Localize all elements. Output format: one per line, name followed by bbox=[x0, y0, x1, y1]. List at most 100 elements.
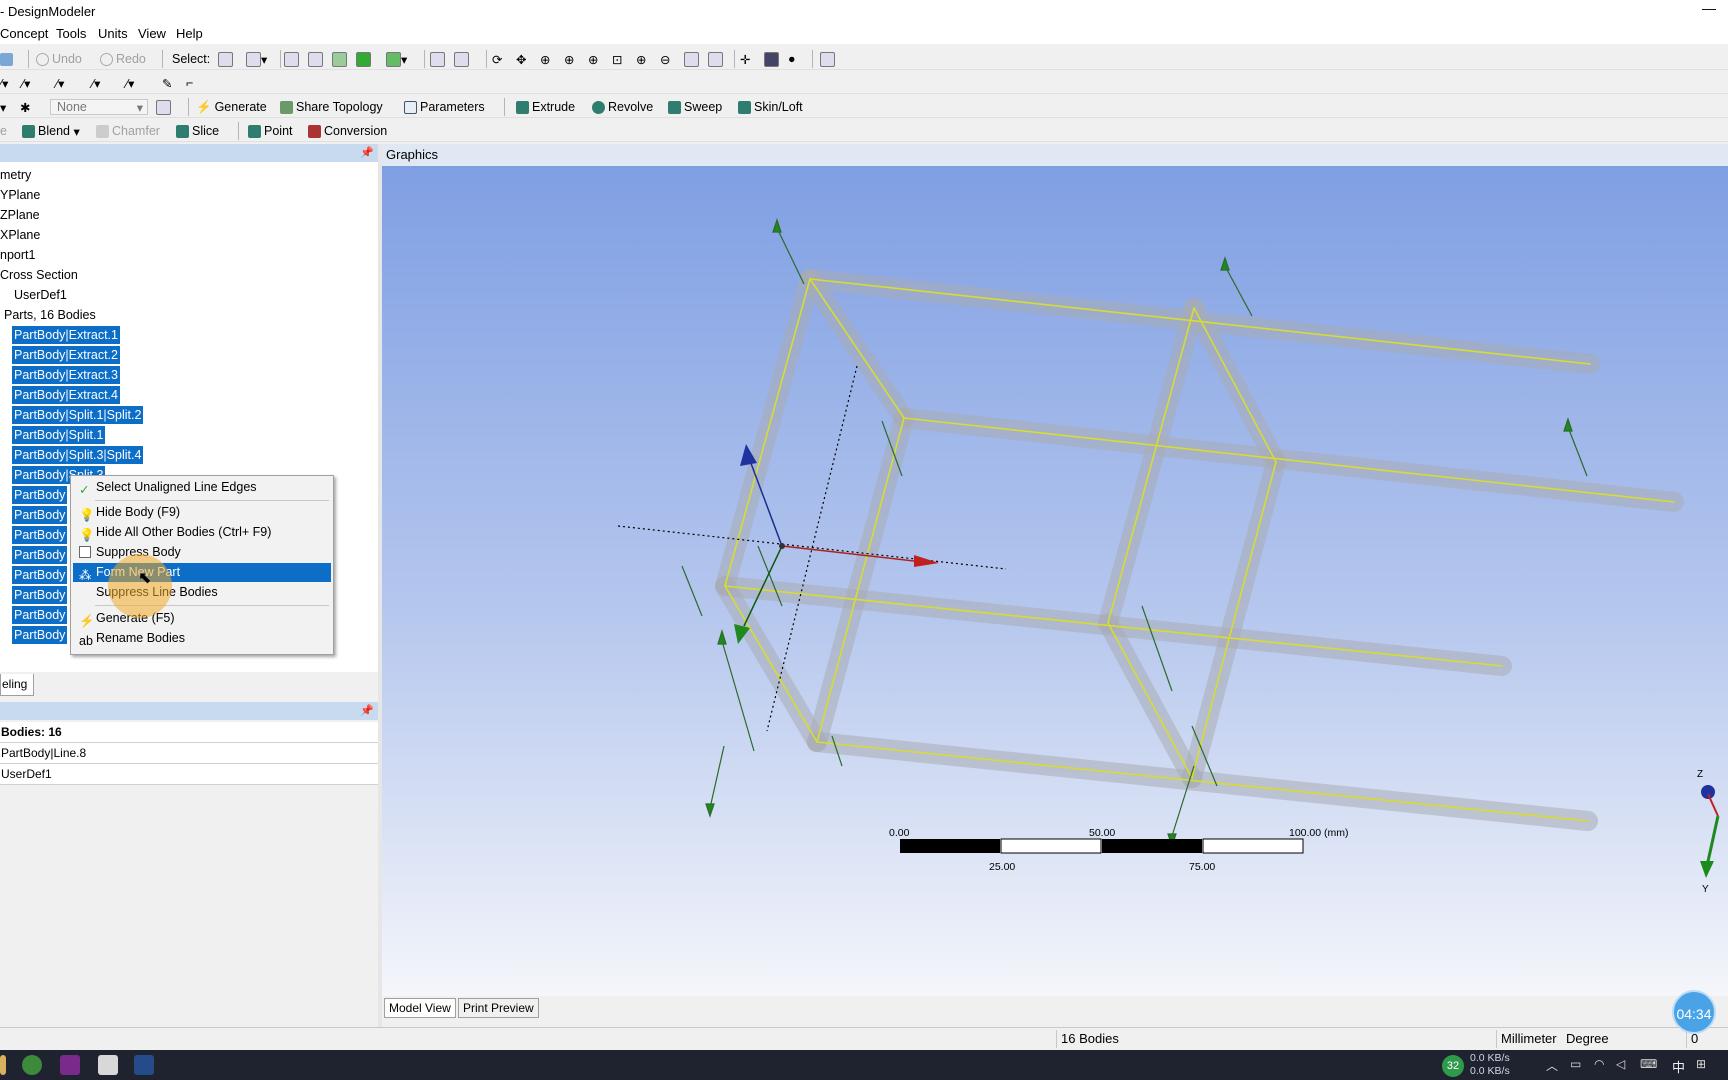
select-vertex-icon[interactable] bbox=[284, 51, 299, 67]
sketch-dropdown-icon[interactable]: ⁄▾ bbox=[0, 75, 8, 91]
spline-tool-icon[interactable]: ⁄▾ bbox=[126, 75, 134, 91]
tree-item-geometry[interactable]: metry bbox=[0, 166, 31, 184]
menu-concept[interactable]: Concept bbox=[0, 26, 48, 41]
camera-icon[interactable] bbox=[0, 51, 16, 67]
sweep-button[interactable]: Sweep bbox=[668, 99, 722, 115]
zoom-out-icon[interactable]: ⊖ bbox=[660, 51, 670, 67]
arc-tool-icon[interactable]: ⁄▾ bbox=[92, 75, 100, 91]
zoom-fit-icon[interactable]: ⊕ bbox=[588, 51, 598, 67]
zoom-to-fit-icon[interactable]: ⊡ bbox=[612, 51, 622, 67]
tree-item-xplane[interactable]: XPlane bbox=[0, 226, 40, 244]
document-icon[interactable] bbox=[98, 1055, 118, 1075]
dimension-tool-icon[interactable]: ⌐ bbox=[186, 75, 193, 91]
menu-units[interactable]: Units bbox=[98, 26, 128, 41]
wifi-icon[interactable]: ◠ bbox=[1594, 1057, 1604, 1071]
line-tool-icon[interactable]: ⁄▾ bbox=[22, 75, 30, 91]
tree-item-body[interactable]: PartBody bbox=[12, 586, 68, 604]
extrude-button[interactable]: Extrude bbox=[516, 99, 575, 115]
menu-item-suppress-body[interactable]: Suppress Body bbox=[73, 543, 331, 562]
tree-item-body[interactable]: PartBody|Split.1 bbox=[12, 426, 106, 444]
new-plane-icon[interactable]: ✱ bbox=[20, 99, 30, 115]
share-topology-button[interactable]: Share Topology bbox=[280, 99, 383, 115]
pin-icon[interactable]: 📌 bbox=[360, 704, 374, 717]
tree-item-import[interactable]: nport1 bbox=[0, 246, 35, 264]
keyboard-icon[interactable]: ⌨ bbox=[1640, 1057, 1657, 1071]
select-body-icon[interactable] bbox=[356, 51, 371, 67]
tree-item-body[interactable]: PartBody|Extract.4 bbox=[12, 386, 120, 404]
select-face-icon[interactable] bbox=[332, 51, 347, 67]
point-button[interactable]: Point bbox=[248, 123, 293, 139]
tree-item-body[interactable]: PartBody bbox=[12, 546, 68, 564]
ime-indicator[interactable]: 中 bbox=[1672, 1057, 1685, 1076]
menu-help[interactable]: Help bbox=[176, 26, 203, 41]
tree-item-body[interactable]: PartBody bbox=[12, 526, 68, 544]
menu-item-generate[interactable]: ⚡ Generate (F5) bbox=[73, 609, 331, 628]
tree-item-body[interactable]: PartBody|Split.3|Split.4 bbox=[12, 446, 144, 464]
display-point-icon[interactable]: ● bbox=[788, 51, 796, 67]
triad-toggle-icon[interactable]: ✛ bbox=[740, 51, 750, 67]
pin-icon[interactable]: 📌 bbox=[360, 146, 374, 159]
tree-item-cross-section[interactable]: Cross Section bbox=[0, 266, 78, 284]
generate-button[interactable]: ⚡ Generate bbox=[196, 99, 267, 115]
tray-display-icon[interactable]: ▭ bbox=[1570, 1057, 1581, 1071]
polyline-tool-icon[interactable]: ⁄▾ bbox=[56, 75, 64, 91]
tree-item-body[interactable]: PartBody bbox=[12, 506, 68, 524]
extend-selection-icon[interactable]: ▾ bbox=[386, 51, 407, 67]
tree-item-body[interactable]: PartBody bbox=[12, 566, 68, 584]
undo-button[interactable]: Undo bbox=[36, 51, 82, 67]
chrome-icon[interactable] bbox=[22, 1055, 42, 1075]
select-edge-icon[interactable] bbox=[308, 51, 323, 67]
details-row[interactable]: PartBody|Line.8 bbox=[0, 743, 378, 764]
display-plane-icon[interactable] bbox=[708, 51, 723, 67]
minimize-button[interactable]: — bbox=[1702, 0, 1716, 16]
tree-item-body[interactable]: PartBody bbox=[12, 486, 68, 504]
graphics-viewport[interactable]: 0.00 50.00 100.00 (mm) 25.00 75.00 Z Y bbox=[382, 166, 1728, 996]
tab-model-view[interactable]: Model View bbox=[384, 998, 456, 1018]
zoom-icon[interactable]: ⊕ bbox=[540, 51, 550, 67]
tree-item-body[interactable]: PartBody bbox=[12, 626, 68, 644]
menu-item-rename-bodies[interactable]: ab Rename Bodies bbox=[73, 629, 331, 648]
tree-item-body[interactable]: PartBody bbox=[12, 606, 68, 624]
menu-view[interactable]: View bbox=[138, 26, 166, 41]
tree-item-body[interactable]: PartBody|Extract.2 bbox=[12, 346, 120, 364]
blend-button[interactable]: Blend ▾ bbox=[22, 123, 80, 139]
designmodeler-taskbar-icon[interactable] bbox=[134, 1055, 154, 1075]
select-cursor-icon[interactable] bbox=[218, 51, 233, 67]
pin-tool-icon[interactable]: ✎ bbox=[162, 75, 172, 91]
look-at-icon[interactable] bbox=[684, 51, 699, 67]
parameters-button[interactable]: Parameters bbox=[404, 99, 485, 115]
plane-select[interactable]: None ▾ bbox=[50, 99, 148, 115]
details-row[interactable]: UserDef1 bbox=[0, 764, 378, 785]
onenote-icon[interactable] bbox=[60, 1055, 80, 1075]
taskbar-app-icon[interactable] bbox=[0, 1055, 6, 1075]
redo-button[interactable]: Redo bbox=[100, 51, 146, 67]
rotate-icon[interactable]: ⟳ bbox=[492, 51, 502, 67]
menu-item-hide-body[interactable]: 💡 Hide Body (F9) bbox=[73, 503, 331, 522]
display-model-icon[interactable] bbox=[764, 51, 779, 67]
partial-tool[interactable]: e bbox=[0, 123, 7, 139]
magnifier-icon[interactable]: ⊕ bbox=[636, 51, 646, 67]
tab-print-preview[interactable]: Print Preview bbox=[458, 998, 539, 1018]
menu-item-hide-other-bodies[interactable]: 💡 Hide All Other Bodies (Ctrl+ F9) bbox=[73, 523, 331, 542]
tree-item-zplane[interactable]: ZPlane bbox=[0, 206, 40, 224]
box-select-2-icon[interactable] bbox=[454, 51, 469, 67]
tree-item-parts[interactable]: Parts, 16 Bodies bbox=[4, 306, 96, 324]
ime-mode-icon[interactable]: ⊞ bbox=[1696, 1057, 1706, 1071]
slice-button[interactable]: Slice bbox=[176, 123, 219, 139]
chamfer-button[interactable]: Chamfer bbox=[96, 123, 160, 139]
new-sketch-icon[interactable] bbox=[156, 99, 171, 115]
plane-dropdown-icon[interactable]: ▾ bbox=[0, 99, 6, 115]
whats-this-icon[interactable] bbox=[820, 51, 835, 67]
pan-icon[interactable]: ✥ bbox=[516, 51, 526, 67]
tree-item-body[interactable]: PartBody|Extract.3 bbox=[12, 366, 120, 384]
tab-modeling[interactable]: eling bbox=[0, 674, 34, 696]
box-select-icon[interactable] bbox=[430, 51, 445, 67]
skin-loft-button[interactable]: Skin/Loft bbox=[738, 99, 803, 115]
zoom-box-icon[interactable]: ⊕ bbox=[564, 51, 574, 67]
revolve-button[interactable]: Revolve bbox=[592, 99, 653, 115]
tree-item-userdef1[interactable]: UserDef1 bbox=[14, 286, 67, 304]
volume-icon[interactable]: ◁ bbox=[1616, 1057, 1625, 1071]
conversion-button[interactable]: Conversion bbox=[308, 123, 387, 139]
menu-tools[interactable]: Tools bbox=[56, 26, 86, 41]
tree-item-body[interactable]: PartBody|Extract.1 bbox=[12, 326, 120, 344]
